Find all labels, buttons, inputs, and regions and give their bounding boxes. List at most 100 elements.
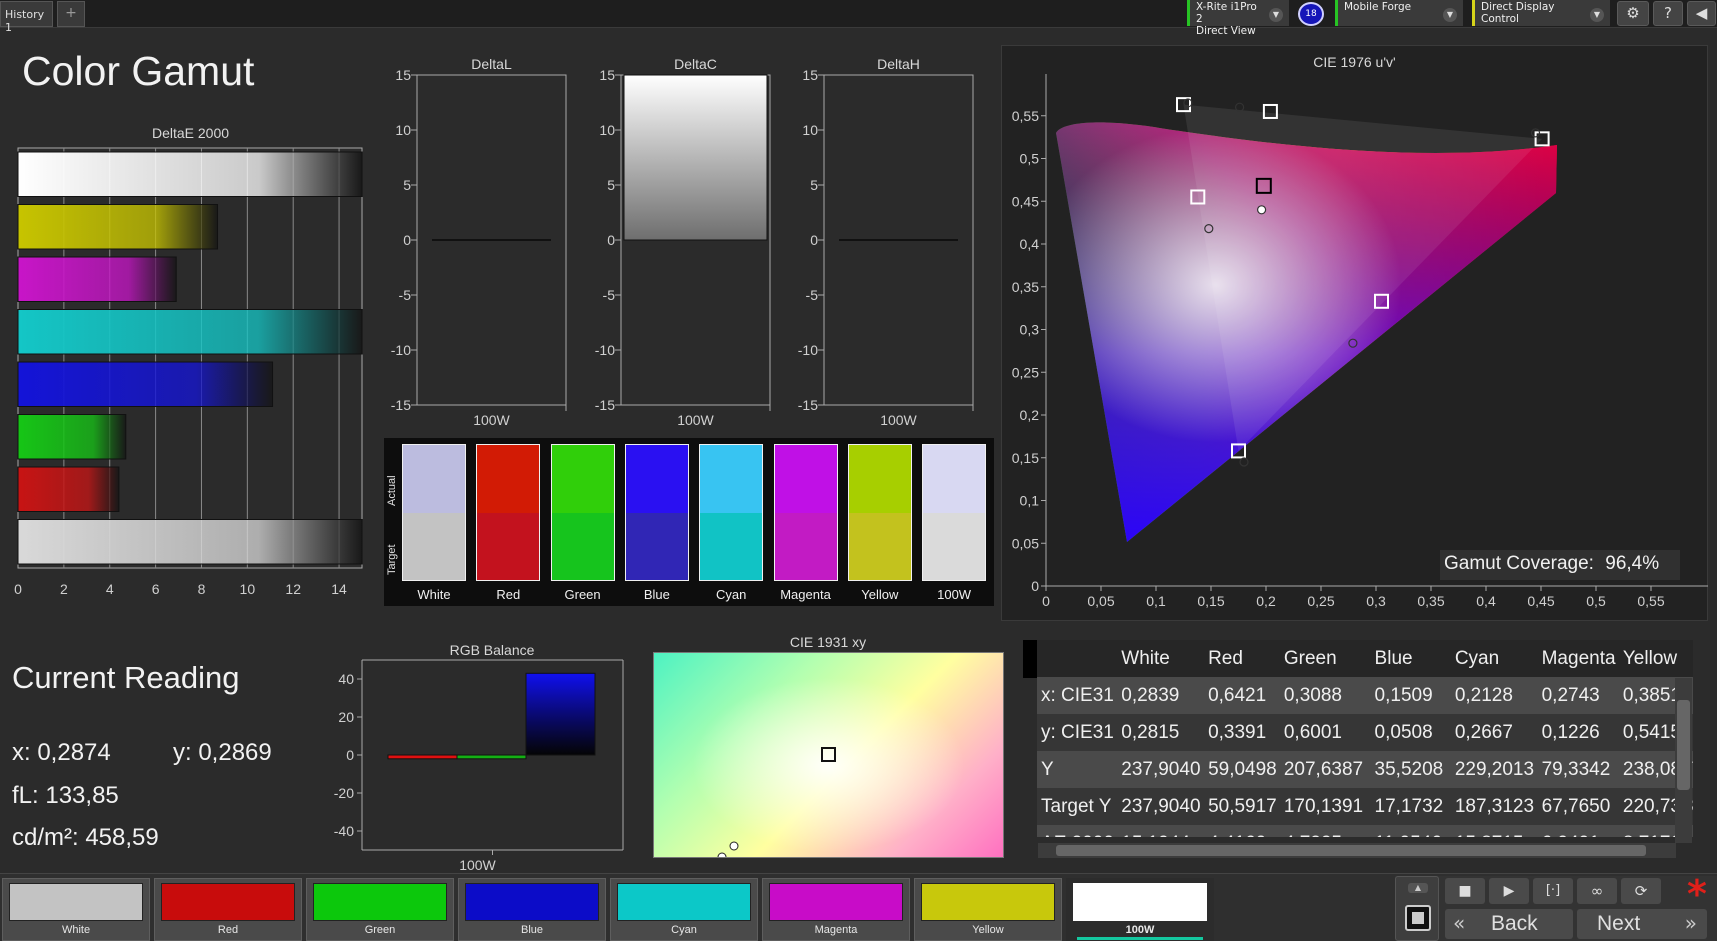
patch-color-chip bbox=[313, 883, 447, 921]
help-icon: ? bbox=[1664, 4, 1672, 22]
reading-y: y: 0,2869 bbox=[173, 739, 272, 766]
next-button[interactable]: Next » bbox=[1577, 909, 1707, 939]
badge-count: 18 bbox=[1305, 9, 1317, 19]
target-label: Target bbox=[386, 544, 398, 575]
badge-icon[interactable]: 18 bbox=[1298, 2, 1324, 26]
play-icon: ▶ bbox=[1503, 883, 1515, 899]
deltae-bar-blue bbox=[17, 361, 274, 407]
swatch-column: White bbox=[402, 444, 466, 604]
delta-y-tick: -15 bbox=[798, 397, 818, 413]
swatch-actual bbox=[551, 445, 614, 513]
table-header-cell: Cyan bbox=[1454, 647, 1500, 669]
swatch-actual bbox=[848, 445, 911, 513]
swatch-target bbox=[774, 513, 837, 580]
patch-button-yellow[interactable]: Yellow bbox=[914, 878, 1062, 941]
patch-button-white[interactable]: White bbox=[2, 878, 150, 941]
patch-button-green[interactable]: Green bbox=[306, 878, 454, 941]
swatch-target bbox=[551, 513, 614, 580]
rgb-y-tick: 40 bbox=[338, 671, 354, 687]
bracket-icon: [·] bbox=[1545, 883, 1561, 898]
rgb-balance-group: 40 20 0 -20 -40 100W bbox=[334, 659, 624, 870]
cie1976-x-tick: 0,15 bbox=[1197, 593, 1224, 609]
table-cell: 67,7650 bbox=[1541, 795, 1611, 817]
table-header-cell bbox=[1037, 640, 1117, 677]
delta-bar bbox=[623, 74, 768, 241]
table-cell: 0,6421 bbox=[1208, 684, 1267, 706]
table-header-cell: Magenta bbox=[1541, 647, 1616, 669]
deltae-x-tick: 8 bbox=[198, 581, 206, 597]
patch-button-red[interactable]: Red bbox=[154, 878, 302, 941]
stop-button[interactable]: ■ bbox=[1445, 878, 1485, 904]
table-row[interactable]: ΔE 200015,19444,41604,722511,054615,8715… bbox=[1037, 825, 1693, 837]
patch-button-magenta[interactable]: Magenta bbox=[762, 878, 910, 941]
measure-range-button[interactable]: [·] bbox=[1533, 878, 1573, 904]
swatch-actual bbox=[700, 445, 763, 513]
table-cell: 0,6001 bbox=[1283, 721, 1342, 743]
swatch-box bbox=[922, 444, 987, 581]
swatch-label: White bbox=[417, 587, 451, 602]
top-bar: History 1 + X-Rite i1Pro 2 Direct View ▼… bbox=[0, 0, 1717, 37]
table-row[interactable]: y: CIE31 0,2815 0,3391 0,6001 0,0508 0,2667 0,… bbox=[1037, 714, 1693, 751]
swatch-column: Green bbox=[550, 444, 615, 604]
table-row[interactable]: Target Y 237,9040 50,5917 170,1391 17,1732 18… bbox=[1037, 788, 1693, 825]
patch-button-100w[interactable]: 100W bbox=[1066, 878, 1214, 941]
deltae-x-tick: 12 bbox=[285, 581, 301, 597]
collapse-button[interactable]: ◀ bbox=[1687, 1, 1716, 26]
help-button[interactable]: ? bbox=[1653, 1, 1683, 26]
current-reading-title: Current Reading bbox=[12, 660, 240, 695]
meter-select[interactable]: X-Rite i1Pro 2 Direct View ▼ bbox=[1187, 0, 1289, 37]
patch-button-blue[interactable]: Blue bbox=[458, 878, 606, 941]
cie1976-x-tick: 0 bbox=[1042, 593, 1050, 609]
table-cell: 0,2128 bbox=[1454, 684, 1513, 706]
swatch-box bbox=[624, 444, 689, 581]
settings-button[interactable]: ⚙ bbox=[1617, 1, 1649, 26]
cie1976-x-tick: 0,45 bbox=[1527, 593, 1554, 609]
play-button[interactable]: ▶ bbox=[1489, 878, 1529, 904]
gear-icon: ⚙ bbox=[1626, 4, 1640, 22]
cie1976-y-tick: 0 bbox=[1031, 578, 1039, 594]
back-label: Back bbox=[1491, 912, 1538, 935]
table-row[interactable]: Y 237,9040 59,0498 207,6387 35,5208 229,2013 7… bbox=[1037, 751, 1693, 788]
cie1976-y-tick: 0,15 bbox=[1012, 450, 1039, 466]
table-header-cell: White bbox=[1121, 647, 1170, 669]
back-button[interactable]: « Back bbox=[1445, 909, 1573, 939]
table-cell: 0,3088 bbox=[1283, 684, 1342, 706]
patch-button-cyan[interactable]: Cyan bbox=[610, 878, 758, 941]
table-cell: 229,2013 bbox=[1454, 758, 1535, 780]
add-tab-button[interactable]: + bbox=[57, 1, 85, 27]
table-cell: 17,1732 bbox=[1374, 795, 1444, 817]
swatch-actual bbox=[625, 445, 688, 513]
scrollbar-thumb[interactable] bbox=[1056, 845, 1646, 856]
arrow-left-icon: ◀ bbox=[1695, 4, 1708, 22]
tab-history-1[interactable]: History 1 bbox=[0, 1, 53, 34]
delta-y-tick: 5 bbox=[403, 177, 411, 193]
table-cell: 50,5917 bbox=[1208, 795, 1277, 817]
table-horizontal-scrollbar[interactable] bbox=[1038, 843, 1676, 858]
delta-y-tick: 10 bbox=[599, 122, 615, 138]
cie1976-y-tick: 0,05 bbox=[1012, 535, 1039, 551]
cie1976-chart: 0 0,05 0,1 0,15 0,2 0,25 0,3 0,35 0,4 0,45 0,5 0,55… bbox=[1012, 74, 1708, 609]
triangle-up-icon: ▲ bbox=[1408, 883, 1428, 893]
patch-color-chip bbox=[9, 883, 143, 921]
next-label: Next bbox=[1597, 912, 1641, 935]
swatch-actual bbox=[923, 445, 986, 513]
actual-label-box: Actual bbox=[386, 456, 400, 516]
refresh-button[interactable]: ⟳ bbox=[1621, 878, 1661, 904]
patch-color-chip bbox=[617, 883, 751, 921]
table-cell: 4,7225 bbox=[1280, 825, 1371, 838]
reading-fl: fL: 133,85 bbox=[12, 782, 119, 809]
display-control-name: Direct Display Control bbox=[1481, 1, 1555, 25]
delta-y-tick: -5 bbox=[806, 287, 819, 303]
continuous-button[interactable]: ∞ bbox=[1577, 878, 1617, 904]
infinity-icon: ∞ bbox=[1590, 882, 1604, 900]
rgb-balance-chart: 40 20 0 -20 -40 100W bbox=[334, 659, 624, 870]
scrollbar-thumb[interactable] bbox=[1677, 700, 1690, 790]
table-vertical-scrollbar[interactable] bbox=[1675, 678, 1692, 843]
display-control-select[interactable]: Direct Display Control ▼ bbox=[1472, 0, 1610, 26]
table-cell: 0,1509 bbox=[1374, 684, 1433, 706]
rgb-y-tick: -40 bbox=[334, 823, 354, 839]
patch-color-chip bbox=[161, 883, 295, 921]
record-toggle[interactable]: ▲ bbox=[1395, 876, 1439, 941]
table-row[interactable]: x: CIE31 0,2839 0,6421 0,3088 0,1509 0,2128 0,… bbox=[1037, 677, 1693, 714]
pattern-generator-select[interactable]: Mobile Forge ▼ bbox=[1335, 0, 1463, 26]
